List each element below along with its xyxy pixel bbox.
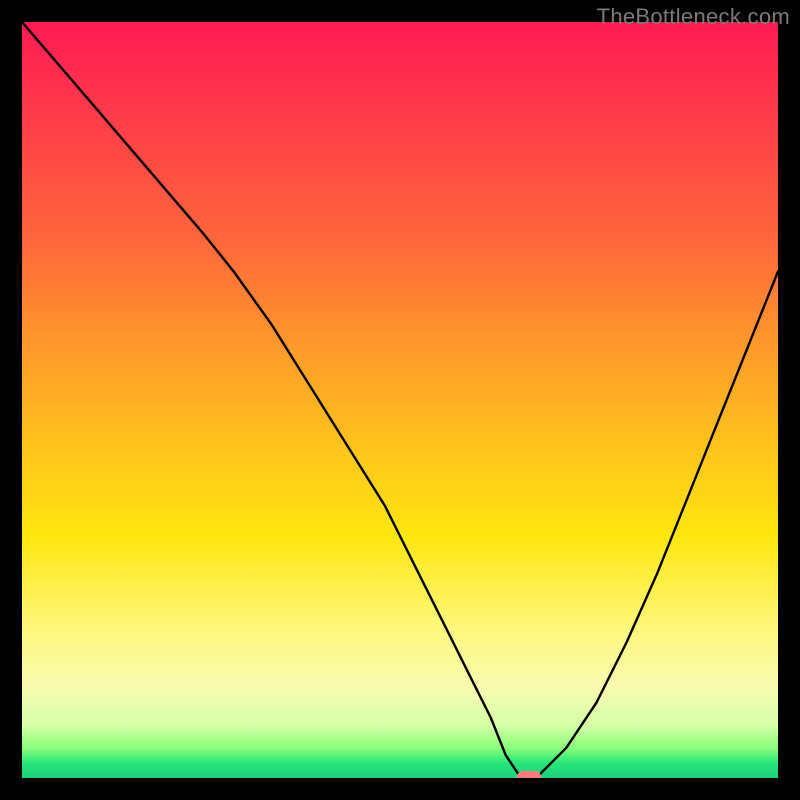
watermark-text: TheBottleneck.com (597, 4, 790, 30)
bottleneck-curve-path (22, 22, 778, 778)
frame-border (0, 778, 800, 800)
frame-border (778, 0, 800, 800)
frame-border (0, 0, 22, 800)
bottleneck-chart: TheBottleneck.com (0, 0, 800, 800)
plot-area (22, 22, 778, 778)
curve-svg (22, 22, 778, 778)
